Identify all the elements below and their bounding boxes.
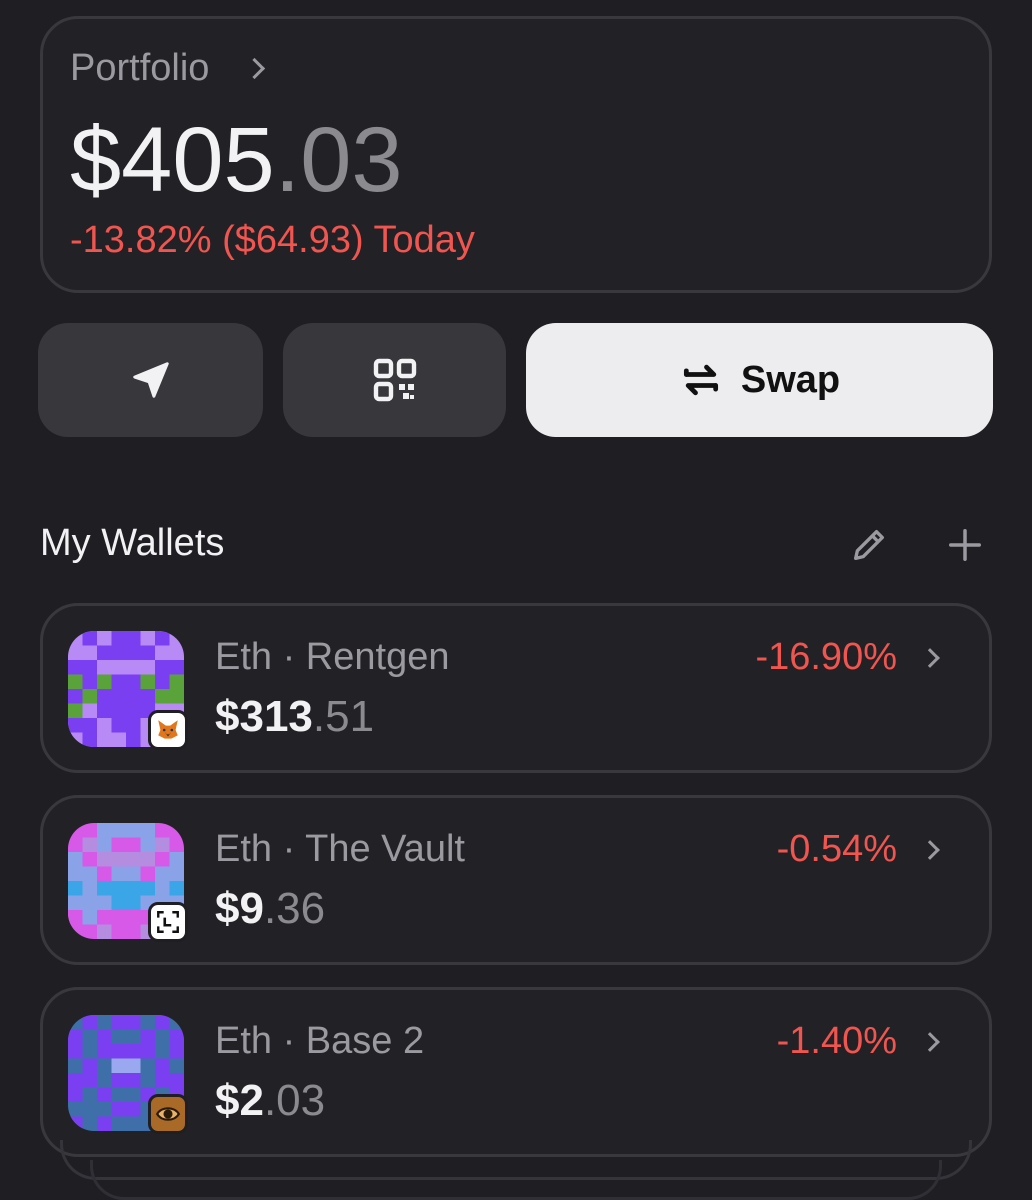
send-arrow-icon [132,362,169,398]
swap-label: Swap [740,358,841,401]
portfolio-card[interactable]: Portfolio $405.03 -13.82% ($64.93) Today [40,16,992,293]
receive-qr-button[interactable] [283,323,506,437]
swap-arrows-icon [683,364,718,396]
chevron-right-icon [920,840,940,860]
wallet-balance: $313.51 [215,692,374,742]
wallet-name: Eth · Rentgen [215,636,450,678]
wallet-card-rentgen[interactable]: Eth · Rentgen $313.51 -16.90% [40,603,992,773]
qr-code-icon [373,358,416,402]
plus-icon [949,529,981,561]
add-wallet-button[interactable] [942,522,988,568]
portfolio-label: Portfolio [70,47,210,89]
pencil-icon [854,530,884,560]
wallet-change: -0.54% [776,828,897,870]
my-wallets-heading: My Wallets [40,522,225,564]
chevron-right-icon [920,648,940,668]
wallet-balance-int: $313 [215,692,313,741]
edit-wallets-button[interactable] [846,522,892,568]
wallet-balance-int: $2 [215,1076,264,1125]
chevron-right-icon [920,1032,940,1052]
wallet-balance: $2.03 [215,1076,325,1126]
stacked-card-edge [90,1160,942,1200]
wallet-card-base-2[interactable]: Eth · Base 2 $2.03 -1.40% [40,987,992,1157]
portfolio-change: -13.82% ($64.93) Today [70,219,475,261]
wallet-balance-int: $9 [215,884,264,933]
wallet-name: Eth · The Vault [215,828,465,870]
chevron-right-icon [244,57,266,80]
wallet-change: -16.90% [755,636,897,678]
wallet-balance-decimals: .51 [312,692,375,741]
portfolio-link[interactable]: Portfolio [70,47,266,90]
wallet-name: Eth · Base 2 [215,1020,425,1062]
wallet-home-screen: Portfolio $405.03 -13.82% ($64.93) Today [0,0,1032,1200]
wallet-balance-decimals: .36 [263,884,326,933]
wallet-balance-decimals: .03 [263,1076,326,1125]
wallet-change: -1.40% [776,1020,897,1062]
swap-button[interactable]: Swap [526,323,993,437]
send-button[interactable] [38,323,263,437]
portfolio-balance: $405.03 [70,105,403,215]
ledger-icon [148,902,188,942]
wallet-balance: $9.36 [215,884,325,934]
eye-watch-icon [148,1094,188,1134]
wallet-card-the-vault[interactable]: Eth · The Vault $9.36 -0.54% [40,795,992,965]
metamask-fox-icon [148,710,188,750]
portfolio-balance-int: $405 [70,109,275,211]
portfolio-balance-decimals: .03 [274,109,403,211]
